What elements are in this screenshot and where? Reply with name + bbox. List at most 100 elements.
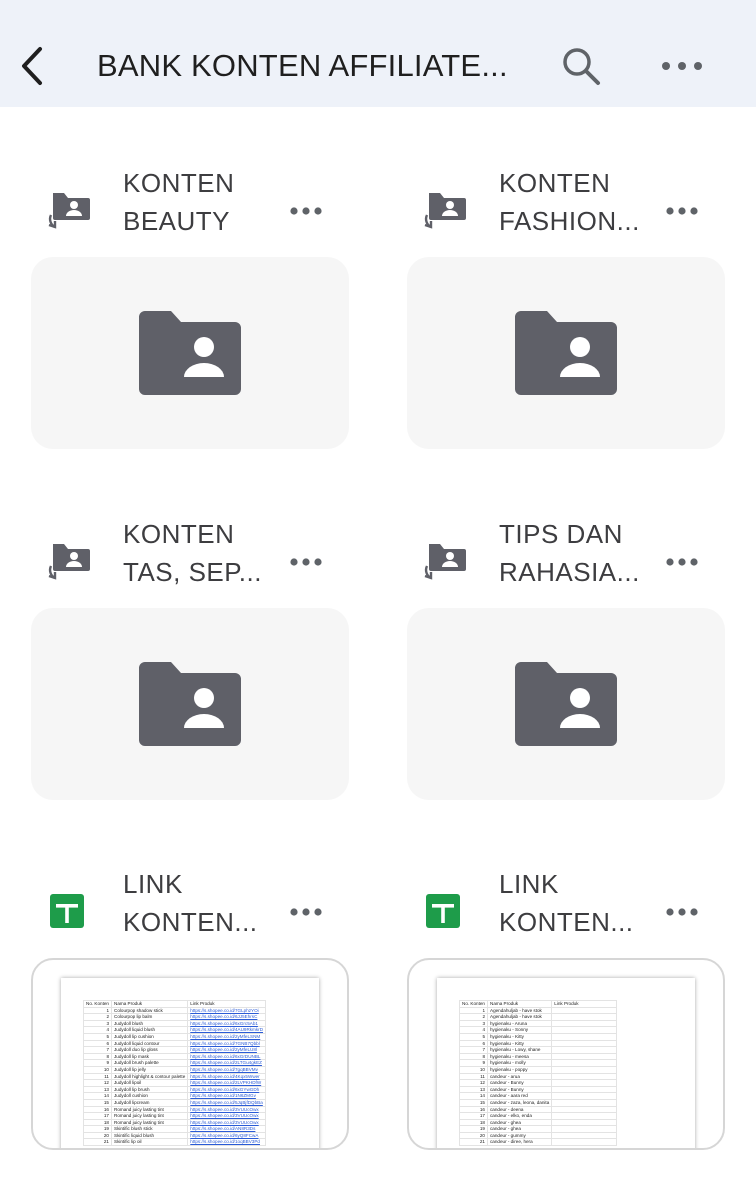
spreadsheet-thumbnail[interactable]: No. Konten Nama Produk Link Produk 1 Colo… bbox=[31, 958, 349, 1150]
table-cell: Judydoll highlight & contour palette bbox=[110, 1072, 189, 1081]
table-cell bbox=[551, 1065, 618, 1074]
table-row: 15 candeur - zaza, leona, danita bbox=[459, 1098, 618, 1107]
table-row: 13 candeur - Bunny bbox=[459, 1085, 618, 1094]
table-row: 14 candeur - aara red bbox=[459, 1092, 618, 1100]
table-cell: https://s.shopee.co.id/7GLphzYOi bbox=[187, 1006, 267, 1015]
column-header: Link Produk bbox=[187, 1000, 267, 1008]
table-row: 4 hygienaku - Sonny bbox=[459, 1026, 618, 1034]
table-cell: Skintific blush stick bbox=[110, 1125, 189, 1133]
more-horizontal-icon bbox=[290, 207, 322, 215]
table-cell: Skintific liquid blush bbox=[110, 1131, 189, 1140]
table-cell bbox=[551, 1052, 618, 1061]
spreadsheet-preview-page: No. Konten Nama Produk Link Produk 1 Colo… bbox=[61, 978, 319, 1148]
table-cell: 9 bbox=[459, 1059, 488, 1067]
shared-folder-icon bbox=[43, 540, 91, 582]
table-cell: 20 bbox=[83, 1131, 112, 1140]
shared-folder-icon bbox=[139, 311, 241, 395]
back-button[interactable] bbox=[14, 44, 50, 88]
column-header: No. Konten bbox=[459, 1000, 488, 1008]
google-sheets-icon bbox=[419, 890, 467, 932]
table-row: 19 Skintific blush stick https://s.shopee.… bbox=[83, 1125, 267, 1133]
table-cell: hygienaku - Sonny bbox=[486, 1026, 553, 1034]
item-more-button[interactable] bbox=[657, 189, 707, 233]
table-row: 17 candeur - elko, enda bbox=[459, 1112, 618, 1120]
table-cell: hygienaku - Aruna bbox=[486, 1019, 553, 1028]
item-more-button[interactable] bbox=[281, 189, 331, 233]
table-cell: Judydoll lip cushion bbox=[110, 1032, 189, 1041]
table-row: 19 candeur - ghea bbox=[459, 1125, 618, 1133]
table-row: 1 Agendahuljab - have stok bbox=[459, 1006, 618, 1015]
table-cell: Romand juicy lasting tint bbox=[110, 1105, 189, 1114]
table-row: 17 Romand juicy lasting tint https://s.sho… bbox=[83, 1112, 267, 1120]
table-cell bbox=[551, 1032, 618, 1041]
table-cell: Skintific lip oil bbox=[110, 1138, 189, 1147]
folder-thumbnail[interactable] bbox=[31, 608, 349, 800]
table-cell bbox=[551, 1131, 618, 1140]
table-row: 10 Judydoll lip jelly https://s.shopee.co.… bbox=[83, 1065, 267, 1074]
item-more-button[interactable] bbox=[657, 890, 707, 934]
table-row: 13 Judydoll lip brush https://s.shopee.co.… bbox=[83, 1085, 267, 1094]
table-cell: candeur - zaza, leona, danita bbox=[486, 1098, 553, 1107]
shared-folder-icon bbox=[515, 662, 617, 746]
file-name: KONTEN BEAUTY bbox=[123, 168, 235, 236]
shared-folder-icon bbox=[419, 189, 467, 231]
table-cell bbox=[551, 1006, 618, 1015]
table-cell: candeur - aara red bbox=[486, 1092, 553, 1100]
more-horizontal-icon bbox=[666, 908, 698, 916]
table-cell: 1 bbox=[83, 1006, 112, 1015]
shared-folder-icon bbox=[515, 311, 617, 395]
table-cell bbox=[551, 1125, 618, 1133]
table-row: 21 Skintific lip oil https://s.shopee.co.i… bbox=[83, 1138, 267, 1147]
table-cell: 4 bbox=[459, 1026, 488, 1034]
folder-thumbnail[interactable] bbox=[31, 257, 349, 449]
table-cell: https://s.shopee.co.id/2LTGu4gkEZ bbox=[187, 1059, 267, 1067]
more-horizontal-icon bbox=[290, 558, 322, 566]
table-row: 2 Agendahuljab - have stok bbox=[459, 1013, 618, 1021]
item-more-button[interactable] bbox=[657, 540, 707, 584]
table-cell bbox=[551, 1026, 618, 1034]
file-card[interactable]: KONTEN FASHION... bbox=[407, 164, 725, 464]
table-row: 14 Judydoll cushion https://s.shopee.co.id… bbox=[83, 1092, 267, 1100]
folder-thumbnail[interactable] bbox=[407, 608, 725, 800]
search-button[interactable] bbox=[558, 44, 604, 88]
file-card[interactable]: LINK KONTEN... No. Konten Nama Produk Lin… bbox=[31, 865, 349, 1165]
file-card[interactable]: LINK KONTEN... No. Konten Nama Produk Lin… bbox=[407, 865, 725, 1165]
table-cell: 15 bbox=[459, 1098, 488, 1107]
table-cell: 3 bbox=[83, 1019, 112, 1028]
table-cell bbox=[551, 1138, 618, 1147]
table-cell: candeur - diree, hera bbox=[486, 1138, 553, 1147]
table-row: 7 hygienaku - Lowy, shane bbox=[459, 1046, 618, 1054]
table-cell: 14 bbox=[83, 1092, 112, 1100]
table-cell: Judydoll lip mask bbox=[110, 1052, 189, 1061]
table-cell: https://s.shopee.co.id/7GNB7Qbbl bbox=[187, 1039, 267, 1048]
table-cell: https://s.shopee.co.id/AN8R3Ds bbox=[187, 1125, 267, 1133]
table-cell: 10 bbox=[459, 1065, 488, 1074]
table-cell: https://s.shopee.co.id/4Kqx5Wwer bbox=[187, 1072, 267, 1081]
spreadsheet-thumbnail[interactable]: No. Konten Nama Produk Link Produk 1 Agen… bbox=[407, 958, 725, 1150]
table-cell: hygienaku - Lowy, shane bbox=[486, 1046, 553, 1054]
table-cell: candeur - elko, enda bbox=[486, 1112, 553, 1120]
table-row: 21 candeur - diree, hera bbox=[459, 1138, 618, 1147]
table-row: 2 Colourpop lip balm https://s.shopee.co.i… bbox=[83, 1013, 267, 1021]
item-more-button[interactable] bbox=[281, 540, 331, 584]
table-cell bbox=[551, 1013, 618, 1021]
table-cell: https://s.shopee.co.id/1N6ZMGv bbox=[187, 1092, 267, 1100]
folder-thumbnail[interactable] bbox=[407, 257, 725, 449]
table-cell: 11 bbox=[83, 1072, 112, 1081]
table-cell bbox=[551, 1039, 618, 1048]
table-cell: Judydoll cushion bbox=[110, 1092, 189, 1100]
table-cell: 6 bbox=[459, 1039, 488, 1048]
table-row: 4 Judydoll liquid blush https://s.shopee.c… bbox=[83, 1026, 267, 1034]
file-card[interactable]: KONTEN TAS, SEP... bbox=[31, 515, 349, 815]
table-cell: 2 bbox=[83, 1013, 112, 1021]
table-cell: https://s.shopee.co.id/6xGYwGDh bbox=[187, 1085, 267, 1094]
folder-title: BANK KONTEN AFFILIATE... bbox=[97, 48, 508, 83]
column-header: Link Produk bbox=[551, 1000, 618, 1008]
table-cell: 9 bbox=[83, 1059, 112, 1067]
file-card[interactable]: TIPS DAN RAHASIA... bbox=[407, 515, 725, 815]
file-card[interactable]: KONTEN BEAUTY bbox=[31, 164, 349, 464]
more-options-button[interactable] bbox=[656, 44, 708, 88]
item-more-button[interactable] bbox=[281, 890, 331, 934]
table-cell: 5 bbox=[83, 1032, 112, 1041]
table-cell: https://s.shopee.co.id/2yMfeLU8l bbox=[187, 1046, 267, 1054]
